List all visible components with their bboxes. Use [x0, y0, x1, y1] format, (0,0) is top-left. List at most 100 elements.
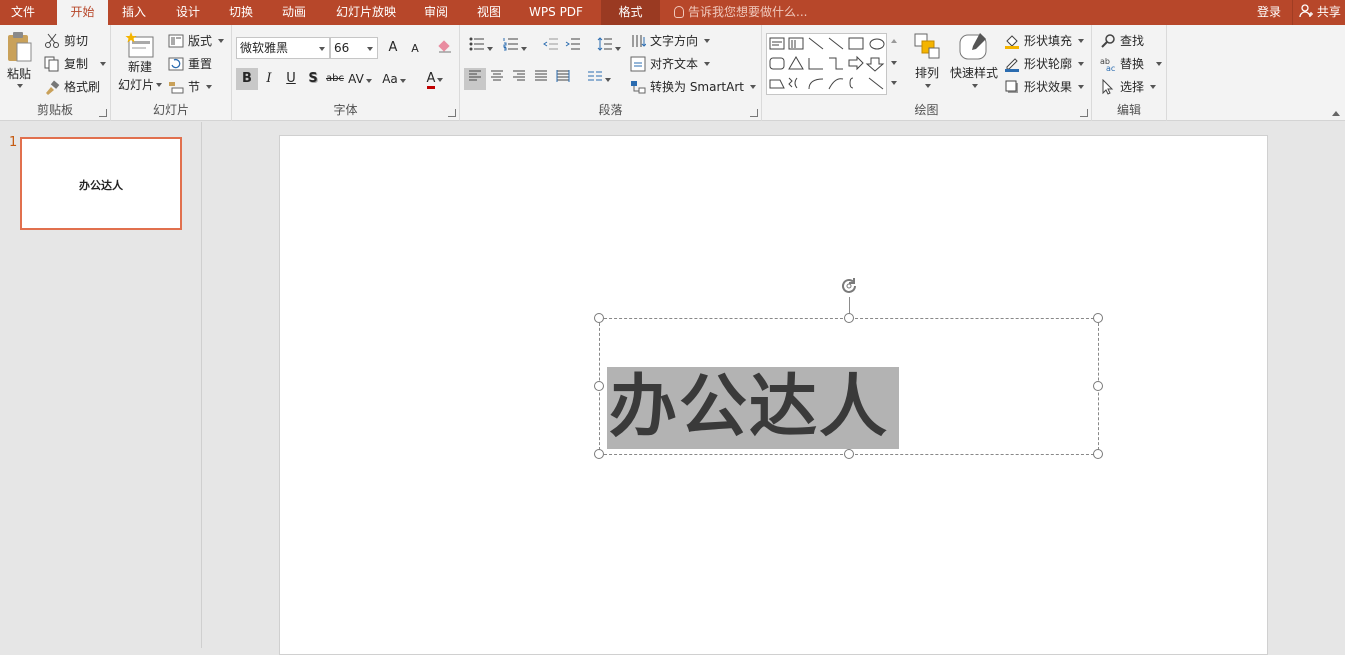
resize-handle-right[interactable]: [1093, 381, 1103, 391]
format-painter-button[interactable]: 格式刷: [44, 78, 100, 95]
paste-label: 粘贴: [6, 67, 31, 81]
tab-review[interactable]: 审阅: [414, 0, 458, 25]
layout-button[interactable]: 版式: [168, 32, 225, 49]
change-case-button[interactable]: Aa: [378, 68, 410, 90]
font-size-combo[interactable]: 66: [330, 37, 378, 59]
resize-handle-left[interactable]: [594, 381, 604, 391]
dialog-launcher-icon[interactable]: [750, 109, 758, 117]
shapes-gallery-scroll[interactable]: [886, 33, 902, 95]
tab-insert[interactable]: 插入: [112, 0, 156, 25]
eraser-icon: [438, 40, 451, 53]
strikethrough-button[interactable]: abc: [324, 68, 346, 90]
section-button[interactable]: 节: [168, 78, 213, 95]
copy-button[interactable]: 复制: [44, 55, 107, 72]
text-shadow-button[interactable]: S: [302, 68, 324, 90]
tab-file[interactable]: 文件: [0, 0, 46, 25]
grow-font-button[interactable]: A: [382, 37, 404, 59]
underline-button[interactable]: U: [280, 68, 302, 90]
tab-view[interactable]: 视图: [467, 0, 511, 25]
bold-button[interactable]: B: [236, 68, 258, 90]
tab-format[interactable]: 格式: [601, 0, 660, 25]
arrange-label: 排列: [914, 66, 939, 80]
cut-button[interactable]: 剪切: [44, 32, 88, 49]
chevron-down-icon: [1078, 38, 1085, 43]
dialog-launcher-icon[interactable]: [99, 109, 107, 117]
shape-fill-button[interactable]: 形状填充: [1004, 32, 1085, 49]
font-color-button[interactable]: A: [420, 68, 450, 90]
columns-icon: [588, 71, 602, 81]
shrink-font-button[interactable]: A: [404, 38, 426, 60]
dialog-launcher-icon[interactable]: [1080, 109, 1088, 117]
chevron-down-icon: [704, 38, 711, 43]
align-center-button[interactable]: [486, 68, 508, 90]
character-spacing-button[interactable]: AV: [346, 68, 374, 90]
resize-handle-bottom-right[interactable]: [1093, 449, 1103, 459]
share-button[interactable]: 共享: [1292, 0, 1341, 25]
chevron-down-icon: [367, 47, 373, 51]
new-slide-label-line1: 新建: [127, 60, 152, 74]
align-center-icon: [491, 70, 503, 81]
clear-formatting-button[interactable]: [434, 37, 456, 59]
slide-thumbnail[interactable]: 办公达人: [20, 137, 182, 230]
align-text-button[interactable]: 对齐文本: [630, 55, 711, 72]
tab-design[interactable]: 设计: [166, 0, 210, 25]
new-slide-button[interactable]: 新建 幻灯片: [117, 31, 163, 93]
shape-effects-button[interactable]: 形状效果: [1004, 78, 1085, 95]
distributed-icon: [556, 70, 570, 82]
line-spacing-button[interactable]: [594, 37, 624, 59]
find-button[interactable]: 查找: [1100, 32, 1144, 49]
replace-button[interactable]: ab ac 替换: [1100, 55, 1163, 72]
align-right-button[interactable]: [508, 68, 530, 90]
align-left-button[interactable]: [464, 68, 486, 90]
cut-label: 剪切: [64, 34, 89, 48]
copy-label: 复制: [64, 57, 89, 71]
text-direction-button[interactable]: 文字方向: [630, 32, 711, 49]
tell-me-search[interactable]: 告诉我您想要做什么...: [674, 0, 807, 25]
quick-styles-button[interactable]: 快速样式: [948, 31, 1000, 88]
reset-button[interactable]: 重置: [168, 55, 212, 72]
resize-handle-bottom-left[interactable]: [594, 449, 604, 459]
chevron-down-icon: [206, 84, 213, 89]
increase-indent-button[interactable]: [562, 37, 584, 59]
tab-home[interactable]: 开始: [57, 0, 108, 25]
numbering-button[interactable]: [500, 37, 530, 59]
shape-outline-button[interactable]: 形状轮廓: [1004, 55, 1085, 72]
distributed-button[interactable]: [552, 68, 574, 90]
italic-button[interactable]: I: [258, 68, 280, 90]
font-name-combo[interactable]: 微软雅黑: [236, 37, 330, 59]
tab-slideshow[interactable]: 幻灯片放映: [326, 0, 406, 25]
layout-icon: [168, 34, 184, 47]
chevron-down-icon: [1078, 84, 1085, 89]
slide-title-text[interactable]: 办公达人: [607, 367, 899, 449]
scroll-up-icon[interactable]: [891, 39, 897, 43]
scroll-down-icon[interactable]: [891, 61, 897, 65]
resize-handle-bottom[interactable]: [844, 449, 854, 459]
login-button[interactable]: 登录: [1250, 0, 1288, 25]
group-label-drawing: 绘图: [914, 103, 939, 117]
tab-animations[interactable]: 动画: [272, 0, 316, 25]
resize-handle-top-left[interactable]: [594, 313, 604, 323]
shapes-gallery[interactable]: [766, 33, 902, 95]
resize-handle-top[interactable]: [844, 313, 854, 323]
chevron-down-icon: [437, 78, 444, 82]
columns-button[interactable]: [584, 68, 614, 90]
arrange-button[interactable]: 排列: [910, 31, 944, 88]
paste-button[interactable]: 粘贴: [4, 31, 34, 88]
new-slide-label-line2: 幻灯片: [117, 78, 154, 92]
resize-handle-top-right[interactable]: [1093, 313, 1103, 323]
bullets-icon: [469, 37, 484, 51]
decrease-indent-button[interactable]: [540, 37, 562, 59]
chevron-down-icon: [925, 84, 931, 88]
dialog-launcher-icon[interactable]: [448, 109, 456, 117]
rotate-handle-icon[interactable]: [838, 275, 860, 297]
tab-wps-pdf[interactable]: WPS PDF: [520, 0, 592, 25]
more-shapes-icon[interactable]: [891, 81, 897, 85]
collapse-ribbon-icon[interactable]: [1332, 111, 1340, 116]
bullets-button[interactable]: [466, 37, 496, 59]
tab-transitions[interactable]: 切换: [219, 0, 263, 25]
convert-smartart-button[interactable]: 转换为 SmartArt: [630, 78, 756, 95]
select-button[interactable]: 选择: [1100, 78, 1157, 95]
group-label-slides: 幻灯片: [152, 103, 189, 117]
justify-button[interactable]: [530, 68, 552, 90]
align-left-icon: [469, 70, 481, 81]
